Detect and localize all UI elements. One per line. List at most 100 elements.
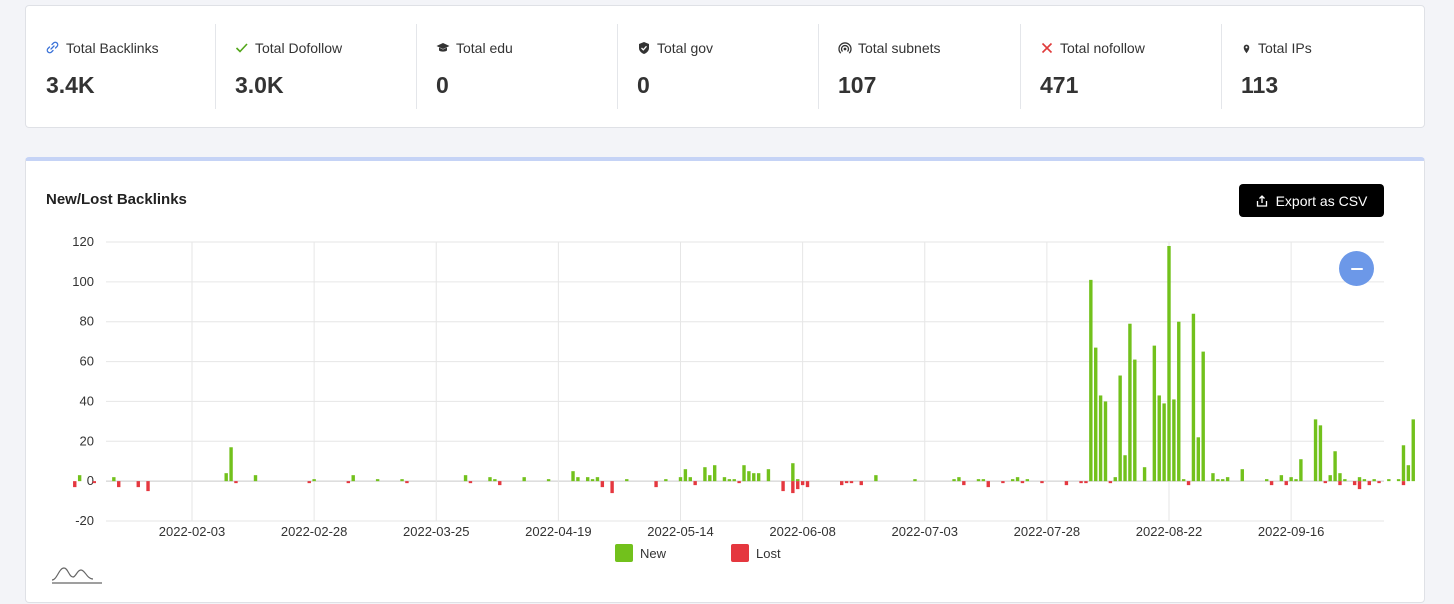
bar-new[interactable]	[688, 477, 692, 482]
bar-new[interactable]	[1157, 395, 1161, 482]
bar-lost[interactable]	[1323, 481, 1328, 484]
bar-lost[interactable]	[405, 481, 409, 484]
bar-new[interactable]	[1015, 477, 1020, 482]
bar-lost[interactable]	[654, 481, 658, 488]
bar-new[interactable]	[1240, 469, 1244, 482]
bar-new[interactable]	[1098, 395, 1103, 482]
bar-lost[interactable]	[986, 481, 990, 488]
bar-lost[interactable]	[117, 481, 121, 488]
bar-new[interactable]	[708, 475, 712, 482]
zoom-out-button[interactable]	[1339, 251, 1374, 286]
bar-lost[interactable]	[791, 481, 795, 494]
bar-new[interactable]	[727, 479, 732, 482]
bar-lost[interactable]	[73, 481, 77, 488]
bar-new[interactable]	[1343, 479, 1347, 482]
bar-new[interactable]	[1299, 459, 1303, 482]
bar-lost[interactable]	[498, 481, 502, 486]
bar-new[interactable]	[590, 479, 595, 482]
bar-lost[interactable]	[1108, 481, 1113, 484]
bar-new[interactable]	[1387, 479, 1391, 482]
bar-lost[interactable]	[840, 481, 844, 486]
bar-new[interactable]	[112, 477, 116, 482]
bar-lost[interactable]	[1020, 481, 1025, 484]
bar-new[interactable]	[664, 479, 668, 482]
bar-new[interactable]	[1172, 399, 1176, 482]
bar-new[interactable]	[1318, 425, 1323, 482]
bar-new[interactable]	[1225, 477, 1230, 482]
bar-new[interactable]	[1357, 477, 1362, 482]
bar-new[interactable]	[1089, 279, 1093, 482]
bar-new[interactable]	[595, 477, 600, 482]
bar-new[interactable]	[1113, 477, 1117, 482]
bar-new[interactable]	[1103, 401, 1108, 482]
bar-lost[interactable]	[1001, 481, 1005, 484]
bar-new[interactable]	[1201, 351, 1205, 482]
bar-new[interactable]	[1167, 245, 1171, 482]
bar-new[interactable]	[463, 475, 468, 482]
bar-new[interactable]	[1313, 419, 1318, 482]
bar-new[interactable]	[1177, 321, 1181, 482]
bar-lost[interactable]	[146, 481, 150, 492]
bar-lost[interactable]	[1357, 481, 1362, 490]
bar-lost[interactable]	[1401, 481, 1406, 486]
bar-new[interactable]	[1396, 479, 1401, 482]
bar-lost[interactable]	[805, 481, 810, 488]
bar-new[interactable]	[1133, 359, 1137, 482]
bar-lost[interactable]	[796, 481, 800, 490]
chart-range-navigator-icon[interactable]	[51, 564, 103, 584]
bar-new[interactable]	[678, 477, 683, 482]
bar-new[interactable]	[1328, 475, 1332, 482]
bar-new[interactable]	[400, 479, 404, 482]
bar-new[interactable]	[625, 479, 629, 482]
bar-lost[interactable]	[234, 481, 238, 484]
bar-new[interactable]	[488, 477, 492, 482]
bar-new[interactable]	[1372, 479, 1376, 482]
bar-new[interactable]	[703, 467, 707, 482]
bar-new[interactable]	[253, 475, 258, 482]
bar-new[interactable]	[1221, 479, 1225, 482]
bar-lost[interactable]	[92, 481, 96, 484]
bar-new[interactable]	[1152, 345, 1157, 482]
bar-chart[interactable]: -20 0 20 40 60 80 100 120 2022-02-03 2022-02-28 20…	[26, 161, 1426, 604]
bar-lost[interactable]	[962, 481, 966, 486]
bar-lost[interactable]	[1186, 481, 1191, 486]
bar-new[interactable]	[957, 477, 961, 482]
bar-lost[interactable]	[1338, 481, 1342, 486]
bar-new[interactable]	[796, 479, 800, 482]
legend-item-new[interactable]: New	[615, 544, 666, 562]
bar-new[interactable]	[585, 477, 590, 482]
bar-lost[interactable]	[737, 481, 741, 484]
bar-new[interactable]	[976, 479, 981, 482]
bar-new[interactable]	[1333, 451, 1337, 482]
bar-lost[interactable]	[610, 481, 614, 494]
bar-lost[interactable]	[1040, 481, 1044, 484]
bar-lost[interactable]	[346, 481, 351, 484]
bar-new[interactable]	[712, 465, 717, 482]
bar-new[interactable]	[77, 475, 82, 482]
bar-new[interactable]	[756, 473, 761, 482]
bar-new[interactable]	[732, 479, 736, 482]
bar-new[interactable]	[766, 469, 771, 482]
bar-lost[interactable]	[849, 481, 854, 484]
bar-new[interactable]	[683, 469, 688, 482]
bar-new[interactable]	[1010, 479, 1015, 482]
bar-new[interactable]	[1294, 479, 1298, 482]
bar-new[interactable]	[1118, 375, 1122, 482]
bar-lost[interactable]	[859, 481, 863, 486]
bar-new[interactable]	[752, 473, 756, 482]
bar-lost[interactable]	[468, 481, 473, 484]
bar-new[interactable]	[1401, 445, 1406, 482]
bar-lost[interactable]	[1377, 481, 1381, 484]
bar-new[interactable]	[375, 479, 380, 482]
bar-new[interactable]	[1123, 455, 1127, 482]
bar-lost[interactable]	[1084, 481, 1088, 484]
bar-new[interactable]	[742, 465, 746, 482]
bar-new[interactable]	[1025, 479, 1030, 482]
bar-lost[interactable]	[1269, 481, 1274, 486]
bar-lost[interactable]	[136, 481, 140, 488]
bar-new[interactable]	[913, 479, 917, 482]
bar-new[interactable]	[1162, 403, 1166, 482]
bar-new[interactable]	[1191, 313, 1196, 482]
bar-new[interactable]	[351, 475, 355, 482]
bar-lost[interactable]	[1352, 481, 1357, 486]
